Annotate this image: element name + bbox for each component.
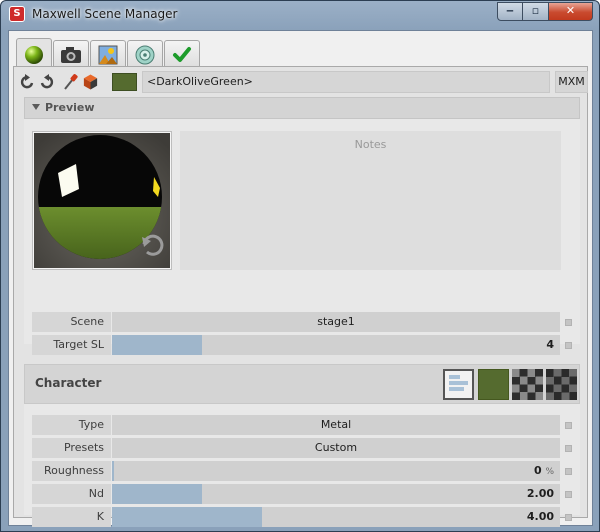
presets-row: Presets Custom <box>32 438 583 458</box>
scene-field[interactable]: stage1 <box>112 312 560 332</box>
checker-map-icon[interactable] <box>512 369 543 400</box>
material-name-field[interactable]: <DarkOliveGreen> <box>142 71 550 93</box>
k-value: 4.00 <box>526 510 554 523</box>
target-sl-link-dot[interactable] <box>565 342 572 349</box>
k-link-dot[interactable] <box>565 514 572 521</box>
window-title: Maxwell Scene Manager <box>32 7 178 21</box>
preview-section-header[interactable]: Preview <box>24 97 580 119</box>
k-row: K 4.00 <box>32 507 583 527</box>
roughness-link-dot[interactable] <box>565 468 572 475</box>
notes-area[interactable]: Notes <box>180 131 561 270</box>
k-fill <box>112 507 263 527</box>
title-bar[interactable]: S Maxwell Scene Manager ‒ ▫ ✕ <box>1 1 599 29</box>
character-title: Character <box>35 376 102 390</box>
window-controls: ‒ ▫ ✕ <box>497 2 593 21</box>
scene-row: Scene stage1 <box>32 312 583 332</box>
type-row: Type Metal <box>32 415 583 435</box>
tab-output[interactable] <box>164 40 200 69</box>
sketchup-app-icon: S <box>9 6 25 22</box>
roughness-row: Roughness 0 % <box>32 461 583 481</box>
preview-area: Notes <box>24 119 580 344</box>
k-slider[interactable]: 4.00 <box>112 507 560 527</box>
roughness-fill <box>112 461 115 481</box>
layers-icon[interactable] <box>443 369 474 400</box>
close-button[interactable]: ✕ <box>549 2 593 21</box>
material-color-swatch[interactable] <box>112 73 137 91</box>
client-area: <DarkOliveGreen> MXM Preview Notes Scene… <box>8 30 593 527</box>
roughness-slider[interactable]: 0 % <box>112 461 560 481</box>
notes-placeholder: Notes <box>354 138 387 151</box>
type-link-dot[interactable] <box>565 422 572 429</box>
disc-icon <box>135 45 155 65</box>
tab-render[interactable] <box>127 40 163 69</box>
roughness-value: 0 % <box>533 464 554 477</box>
presets-link-dot[interactable] <box>565 445 572 452</box>
nd-fill <box>112 484 202 504</box>
eyedropper-icon[interactable] <box>61 73 78 91</box>
collapse-arrow-icon <box>32 104 40 110</box>
nd-slider[interactable]: 2.00 <box>112 484 560 504</box>
material-preview-image[interactable] <box>32 131 172 270</box>
target-sl-label: Target SL <box>32 335 111 355</box>
nd-row: Nd 2.00 <box>32 484 583 504</box>
roughness-label: Roughness <box>32 461 111 481</box>
type-label: Type <box>32 415 111 435</box>
k-label: K <box>32 507 111 527</box>
material-panel: <DarkOliveGreen> MXM Preview Notes Scene… <box>13 66 588 527</box>
nd-value: 2.00 <box>526 487 554 500</box>
checker-texture-icon[interactable] <box>546 369 577 400</box>
redo-icon[interactable] <box>38 73 55 91</box>
roughness-unit: % <box>545 467 554 477</box>
scene-label: Scene <box>32 312 111 332</box>
green-sphere-icon <box>25 45 43 64</box>
cube-icon[interactable] <box>82 73 99 91</box>
target-sl-value: 4 <box>546 338 554 351</box>
target-sl-fill <box>112 335 202 355</box>
mxm-button[interactable]: MXM <box>555 71 588 93</box>
maximize-button[interactable]: ▫ <box>523 2 549 21</box>
character-section-header: Character <box>24 364 580 404</box>
nd-label: Nd <box>32 484 111 504</box>
tab-camera[interactable] <box>53 40 89 69</box>
scene-link-dot[interactable] <box>565 319 572 326</box>
preview-header-label: Preview <box>45 101 95 114</box>
nd-link-dot[interactable] <box>565 491 572 498</box>
undo-icon[interactable] <box>18 73 35 91</box>
minimize-button[interactable]: ‒ <box>497 2 523 21</box>
target-sl-slider[interactable]: 4 <box>112 335 560 355</box>
tab-bar <box>16 38 201 70</box>
checkmark-icon <box>173 47 191 62</box>
material-toolbar: <DarkOliveGreen> MXM <box>18 71 588 93</box>
character-color-swatch[interactable] <box>478 369 509 400</box>
app-window: S Maxwell Scene Manager ‒ ▫ ✕ <DarkOlive… <box>0 0 600 532</box>
tab-environment[interactable] <box>90 40 126 69</box>
type-dropdown[interactable]: Metal <box>112 415 560 435</box>
target-sl-row: Target SL 4 <box>32 335 583 355</box>
landscape-icon <box>98 45 118 65</box>
camera-icon <box>61 47 81 63</box>
presets-label: Presets <box>32 438 111 458</box>
presets-dropdown[interactable]: Custom <box>112 438 560 458</box>
